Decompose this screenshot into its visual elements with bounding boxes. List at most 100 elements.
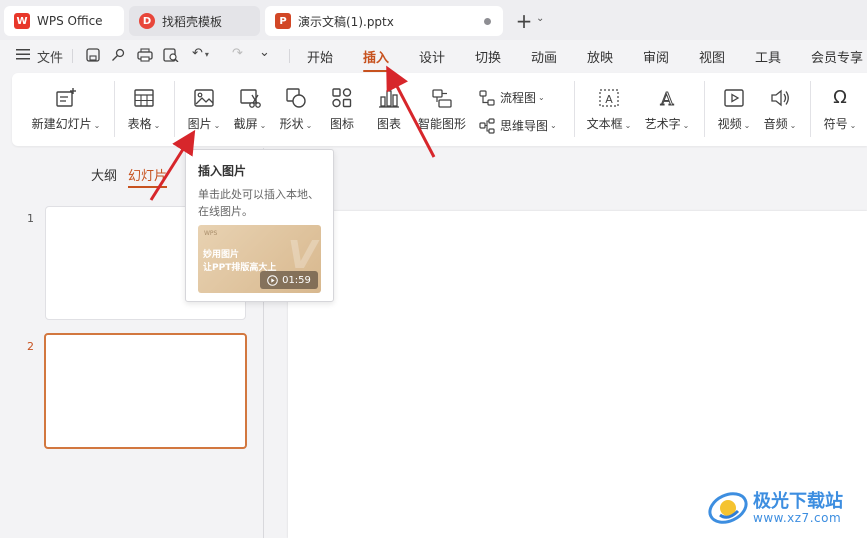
tooltip-title: 插入图片: [198, 164, 247, 178]
tutorial-video-thumbnail[interactable]: WPS V 妙用图片 让PPT排版高大上 01:59: [198, 225, 321, 293]
slide-number: 2: [27, 340, 34, 353]
tab-outline[interactable]: 大纲: [91, 165, 117, 184]
table-icon: [134, 89, 154, 107]
tab-document-label: 演示文稿(1).pptx: [298, 14, 394, 29]
tab-wps-label: WPS Office: [37, 14, 103, 28]
tooltip-description: 单击此处可以插入本地、在线图片。: [198, 188, 319, 218]
insert-picture-tooltip: 插入图片 单击此处可以插入本地、在线图片。 WPS V 妙用图片 让PPT排版高…: [185, 149, 334, 302]
svg-text:A: A: [660, 89, 675, 109]
textbox-label: 文本框: [586, 117, 623, 131]
wordart-label: 艺术字: [644, 117, 681, 131]
mindmap-icon: [479, 117, 495, 134]
redo-icon[interactable]: ↷: [232, 46, 243, 61]
video-button[interactable]: 视频 ⌄: [714, 87, 754, 132]
divider: [289, 49, 290, 63]
watermark-name: 极光下载站: [753, 491, 843, 512]
play-duration-button[interactable]: 01:59: [260, 271, 318, 289]
watermark-url: www.xz7.com: [753, 511, 842, 525]
hamburger-menu-icon[interactable]: [16, 48, 30, 64]
menu-start[interactable]: 开始: [307, 47, 333, 66]
slide-thumbnail-2[interactable]: [44, 333, 247, 449]
tab-templates[interactable]: D 找稻壳模板: [129, 6, 260, 36]
picture-icon: [194, 89, 214, 107]
textbox-icon: A: [599, 89, 619, 107]
textbox-button[interactable]: A 文本框 ⌄: [584, 87, 634, 132]
flowchart-label: 流程图: [500, 91, 537, 105]
video-icon: [724, 89, 744, 107]
print-icon[interactable]: [137, 48, 153, 66]
smart-art-button[interactable]: 智能图形: [414, 87, 470, 132]
video-brand-logo: WPS: [204, 230, 218, 237]
video-title-line1: 妙用图片: [203, 250, 240, 260]
menu-bar: 文件 ↶ ▾ ↷ ⌄ 开始 插入 设计 切换 动画 放映 审阅 视图 工具 会员专…: [0, 40, 867, 72]
scissors-icon: [240, 89, 261, 108]
flowchart-icon: [479, 89, 495, 106]
unsaved-dot-icon[interactable]: [484, 18, 491, 25]
tab-list-chevron-icon[interactable]: ⌄: [536, 13, 544, 24]
new-slide-button[interactable]: 新建幻灯片 ⌄: [28, 87, 104, 132]
menu-slideshow[interactable]: 放映: [587, 47, 613, 66]
video-label: 视频: [717, 117, 742, 131]
svg-text:A: A: [605, 93, 613, 106]
ribbon-divider: [114, 81, 115, 137]
tab-templates-label: 找稻壳模板: [162, 14, 223, 29]
video-duration: 01:59: [282, 274, 311, 286]
tab-document[interactable]: P 演示文稿(1).pptx: [265, 6, 503, 36]
ribbon-divider: [174, 81, 175, 137]
shape-button[interactable]: 形状 ⌄: [276, 87, 316, 132]
new-slide-icon: [56, 88, 76, 107]
menu-design[interactable]: 设计: [419, 47, 445, 66]
new-slide-label: 新建幻灯片: [31, 117, 92, 131]
title-bar: W WPS Office D 找稻壳模板 P 演示文稿(1).pptx + ⌄: [0, 0, 867, 40]
smart-art-icon: [432, 89, 452, 108]
screenshot-button[interactable]: 截屏 ⌄: [230, 87, 270, 132]
menu-transition[interactable]: 切换: [475, 47, 501, 66]
tab-wps-office[interactable]: W WPS Office: [4, 6, 124, 36]
play-icon: [267, 274, 278, 286]
export-icon[interactable]: [111, 48, 125, 66]
symbol-label: 符号: [823, 117, 848, 131]
menu-animation[interactable]: 动画: [531, 47, 557, 66]
omega-icon: Ω: [833, 87, 847, 108]
presentation-logo-icon: P: [275, 13, 291, 29]
site-watermark: 极光下载站 www.xz7.com: [703, 483, 863, 533]
symbol-button[interactable]: Ω 符号 ⌄: [820, 87, 860, 132]
menu-view[interactable]: 视图: [699, 47, 725, 66]
slide-number: 1: [27, 212, 34, 225]
chart-button[interactable]: 图表: [371, 87, 407, 132]
print-preview-icon[interactable]: [163, 48, 179, 66]
icon-button[interactable]: 图标: [324, 87, 360, 132]
docer-logo-icon: D: [139, 13, 155, 29]
wordart-button[interactable]: A 艺术字 ⌄: [642, 87, 692, 132]
new-tab-button[interactable]: +: [512, 9, 536, 33]
audio-label: 音频: [763, 117, 788, 131]
picture-button[interactable]: 图片 ⌄: [184, 87, 224, 132]
wordart-icon: A: [659, 89, 675, 110]
screenshot-label: 截屏: [233, 117, 258, 131]
ribbon-toolbar: 新建幻灯片 ⌄ 表格 ⌄ 图片 ⌄ 截屏 ⌄ 形状 ⌄ 图标 图表 智能图形 流程图 ⌄: [12, 73, 867, 146]
audio-button[interactable]: 音频 ⌄: [760, 87, 800, 132]
ribbon-divider: [704, 81, 705, 137]
icon-library-icon: [332, 88, 352, 108]
quick-access-more-icon[interactable]: ⌄: [259, 45, 270, 60]
menu-member[interactable]: 会员专享: [811, 47, 863, 66]
table-button[interactable]: 表格 ⌄: [124, 87, 164, 132]
menu-review[interactable]: 审阅: [643, 47, 669, 66]
wps-logo-icon: W: [14, 13, 30, 29]
shape-label: 形状: [279, 117, 304, 131]
undo-icon[interactable]: ↶ ▾: [192, 46, 209, 61]
chart-icon: [379, 90, 399, 108]
file-menu[interactable]: 文件: [37, 47, 63, 66]
flowchart-button[interactable]: 流程图 ⌄: [479, 89, 545, 106]
chart-label: 图表: [376, 117, 401, 131]
picture-label: 图片: [187, 117, 212, 131]
table-label: 表格: [127, 117, 152, 131]
mindmap-button[interactable]: 思维导图 ⌄: [479, 117, 557, 134]
save-icon[interactable]: [86, 48, 100, 66]
watermark-logo-icon: [708, 492, 748, 524]
shape-icon: [286, 88, 306, 108]
ribbon-divider: [574, 81, 575, 137]
menu-tools[interactable]: 工具: [755, 47, 781, 66]
menu-insert[interactable]: 插入: [363, 47, 390, 72]
tab-slides[interactable]: 幻灯片: [128, 165, 168, 188]
